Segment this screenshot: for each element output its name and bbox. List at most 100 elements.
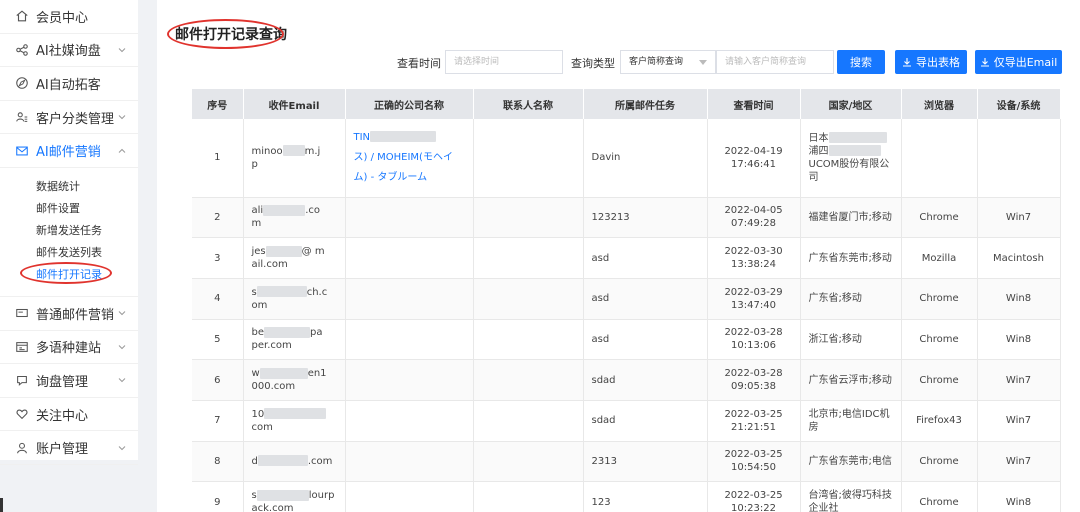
col-header-contact: 联系人名称 [473, 89, 584, 119]
cell-no: 8 [192, 441, 244, 483]
mail-icon [14, 143, 30, 159]
region-part: 北京市;电信IDC机 [808, 408, 890, 420]
cell-no: 3 [192, 237, 244, 279]
cell-contact [473, 237, 584, 279]
redacted-blur [256, 489, 309, 501]
sidebar-item-label: AI邮件营销 [36, 145, 101, 161]
redacted-blur [265, 245, 302, 257]
sidebar-item-multilingual-site[interactable]: 多语种建站 [0, 331, 138, 365]
download-icon [980, 58, 989, 67]
cell-browser: Chrome [901, 319, 978, 361]
table-row: 2 ali .co m 123213 2022-04-05 07:49:28 福建省厦… [192, 197, 1061, 239]
submenu-item-mail-settings[interactable]: 邮件设置 [0, 198, 138, 220]
redacted-blur [259, 367, 308, 379]
email-part: pa [310, 327, 323, 339]
chevron-down-icon [118, 115, 126, 120]
cell-no: 6 [192, 359, 244, 401]
cell-browser [901, 119, 978, 198]
search-button[interactable]: 搜索 [837, 50, 885, 74]
cell-browser: Chrome [901, 359, 978, 401]
sidebar-item-ai-email-marketing[interactable]: AI邮件营销 [0, 134, 138, 168]
date: 2022-03-28 [724, 368, 783, 380]
email-part: per.com [251, 340, 292, 352]
redacted-blur [263, 204, 306, 216]
submenu-item-data-stats[interactable]: 数据统计 [0, 176, 138, 198]
cell-email: minoo m.j p [243, 119, 346, 198]
sidebar-item-label: 普通邮件营销 [36, 307, 115, 323]
sidebar-item-normal-email-marketing[interactable]: 普通邮件营销 [0, 297, 138, 331]
col-header-task: 所属邮件任务 [583, 89, 708, 119]
date: 2022-03-29 [724, 286, 783, 298]
cell-company [345, 319, 474, 361]
region-part: 企业社 [808, 503, 839, 512]
export-email-label: 仅导出Email [993, 56, 1058, 69]
redacted-blur [828, 145, 881, 157]
region-part: UCOM股份有限公 [808, 158, 890, 170]
cell-email: s ch.c om [243, 278, 346, 320]
company-part: TIN [353, 131, 371, 143]
cell-device: Win8 [977, 481, 1061, 512]
cell-view-time: 2022-03-25 21:21:51 [707, 400, 801, 442]
sidebar-item-member-center[interactable]: 会员中心 [0, 0, 138, 34]
sidebar-item-account-management[interactable]: 账户管理 [0, 431, 138, 465]
export-table-button[interactable]: 导出表格 [895, 50, 967, 74]
sidebar-item-customer-category[interactable]: 客户分类管理 [0, 101, 138, 135]
ai-email-submenu: 数据统计 邮件设置 新增发送任务 邮件发送列表 邮件打开记录 [0, 168, 138, 297]
email-part: ali [251, 205, 264, 217]
cell-task: Davin [583, 119, 708, 198]
date: 2022-03-25 [724, 449, 783, 461]
redacted-blur [370, 131, 437, 143]
cell-no: 7 [192, 400, 244, 442]
cell-region: 广东省云浮市;移动 [800, 359, 902, 401]
page-title: 邮件打开记录查询 [175, 27, 287, 43]
records-table: 序号 收件Email 正确的公司名称 联系人名称 所属邮件任务 查看时间 国家/… [192, 89, 1061, 512]
cell-view-time: 2022-04-19 17:46:41 [707, 119, 801, 198]
compass-icon [14, 75, 30, 91]
cell-email: ali .co m [243, 197, 346, 239]
cell-no: 5 [192, 319, 244, 361]
export-email-button[interactable]: 仅导出Email [975, 50, 1062, 74]
email-part: be [251, 327, 265, 339]
chevron-down-icon [118, 311, 126, 316]
cell-view-time: 2022-03-28 10:13:06 [707, 319, 801, 361]
time: 09:05:38 [731, 381, 776, 393]
cell-browser: Chrome [901, 481, 978, 512]
cell-region: 浙江省;移动 [800, 319, 902, 361]
cell-email: 10 com [243, 400, 346, 442]
sidebar-item-follow-center[interactable]: 关注中心 [0, 398, 138, 432]
time: 13:47:40 [731, 299, 776, 311]
chevron-down-icon [118, 378, 126, 383]
sidebar-item-ai-social-inquiry[interactable]: AI社媒询盘 [0, 34, 138, 68]
cell-company[interactable]: TIN ス) / MOHEIM(モヘイ ム) - タブルーム [345, 119, 474, 198]
redacted-blur [264, 326, 310, 338]
table-row: 7 10 com sdad 2022-03-25 21:21:51 北京市;电信ID… [192, 400, 1061, 442]
keyword-input[interactable]: 请输入客户简称查询 [716, 50, 834, 74]
heart-icon [14, 406, 30, 422]
email-part: .com [307, 455, 333, 467]
submenu-item-open-records[interactable]: 邮件打开记录 [0, 264, 138, 286]
cell-region: 广东省东莞市;移动 [800, 237, 902, 279]
main-panel: 邮件打开记录查询 查看时间 请选择时间 查询类型 客户简称查询 请输入客户简称查… [157, 0, 1080, 512]
cell-view-time: 2022-03-25 10:23:22 [707, 481, 801, 512]
submenu-item-new-send-task[interactable]: 新增发送任务 [0, 220, 138, 242]
cell-no: 4 [192, 278, 244, 320]
email-part: m.j [304, 145, 321, 157]
email-part: om [251, 299, 268, 311]
cell-company [345, 441, 474, 483]
cell-company [345, 359, 474, 401]
query-type-select[interactable]: 客户简称查询 [620, 50, 716, 74]
col-header-email: 收件Email [243, 89, 346, 119]
sidebar-item-ai-auto-prospecting[interactable]: AI自动拓客 [0, 67, 138, 101]
chat-icon [14, 372, 30, 388]
cell-contact [473, 441, 584, 483]
cell-email: s lourp ack.com [243, 481, 346, 512]
table-row: 4 s ch.c om asd 2022-03-29 13:47:40 广东省;移动 … [192, 278, 1061, 320]
chevron-up-icon [118, 148, 126, 153]
time: 10:13:06 [731, 340, 776, 352]
sidebar-item-inquiry-management[interactable]: 询盘管理 [0, 364, 138, 398]
time-picker-input[interactable]: 请选择时间 [445, 50, 563, 74]
col-header-no: 序号 [192, 89, 244, 119]
sidebar-item-label: 询盘管理 [36, 374, 89, 390]
submenu-item-send-list[interactable]: 邮件发送列表 [0, 242, 138, 264]
sidebar-item-label: 账户管理 [36, 442, 89, 458]
